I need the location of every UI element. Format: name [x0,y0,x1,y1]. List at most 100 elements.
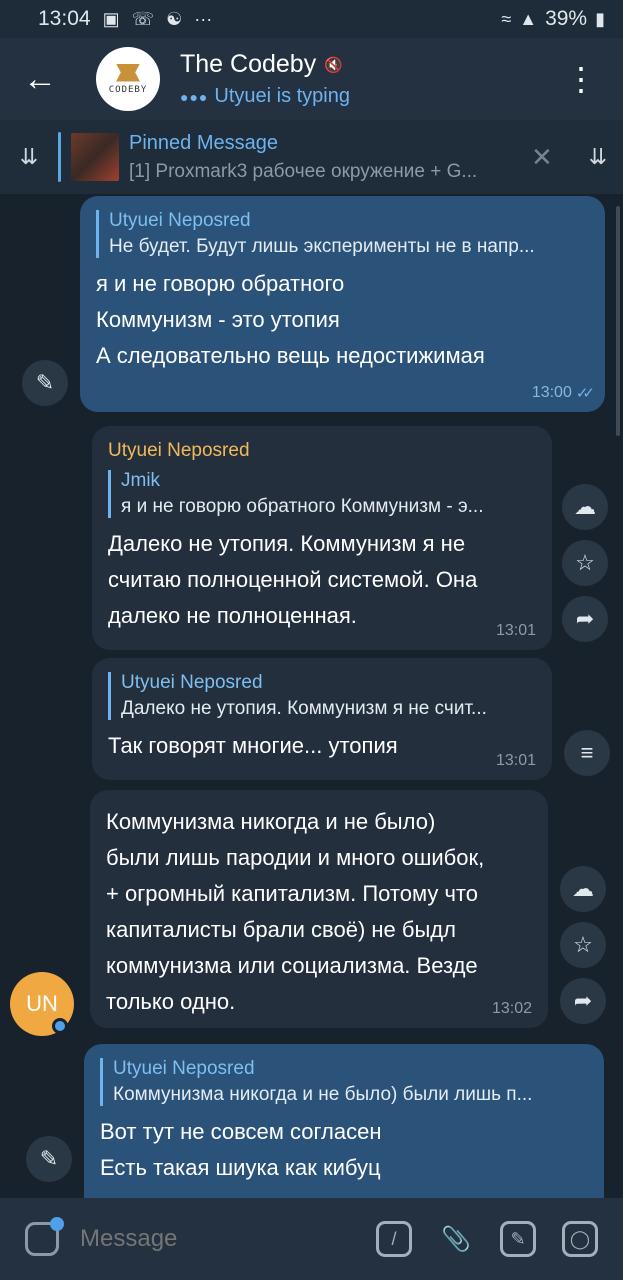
scrollbar[interactable] [616,206,620,436]
favorite-button[interactable]: ☆ [560,922,606,968]
pinned-thumbnail [71,133,119,181]
message-text: были лишь пародии и много ошибок, [106,845,485,870]
sticker-button[interactable] [20,1217,64,1261]
cloud-icon: ☁ [574,494,596,519]
more-menu-button[interactable]: ⋮ [565,63,597,95]
scroll-to-pinned-icon[interactable]: ⇊ [0,144,58,170]
quote-author: Jmik [121,470,161,491]
wifi-icon: ≈ [501,8,512,29]
viber-icon: ☏ [131,8,155,29]
forward-button[interactable]: ➦ [560,978,606,1024]
pinned-message-bar[interactable]: ⇊ Pinned Message [1] Proxmark3 рабочее о… [0,120,623,194]
camera-button[interactable]: ◯ [562,1221,598,1257]
message-time: 13:01 [495,752,536,769]
back-button[interactable]: ← [0,38,80,120]
message-text: коммунизма или социализма. Везде [106,953,478,978]
message-bubble[interactable]: Utyuei Neposred Далеко не утопия. Коммун… [92,658,552,780]
chat-header: ← CODEBY The Codeby 🔇 ●●● Utyuei is typi… [0,38,623,120]
quote-author: Utyuei Neposred [113,1058,255,1079]
cloud-icon: ☁ [572,876,594,901]
status-bar: 13:04 ▣ ☏ ☯ ··· ≈ ▲ 39% ▮ [0,0,623,38]
message-text: Вот тут не совсем согласен [100,1119,382,1144]
menu-icon: ≡ [580,740,594,765]
typing-status: Utyuei is typing [214,85,350,107]
reply-quote[interactable]: Utyuei Neposred Не будет. Будут лишь экс… [96,210,589,258]
reply-quote[interactable]: Jmik я и не говорю обратного Коммунизм -… [108,470,536,518]
more-vert-icon: ⋮ [565,61,597,97]
sticker-pack-icon: ✎ [510,1228,526,1249]
more-notifications: ··· [194,8,213,29]
message-input[interactable] [80,1225,350,1253]
message-time: 13:01 [495,622,536,639]
pencil-icon: ✎ [39,1146,59,1171]
typing-indicator-icon: ●●● [180,88,209,105]
notification-icon: ▣ [102,8,120,29]
share-icon: ➦ [575,606,595,631]
camera-icon: ◯ [569,1228,591,1249]
message-text: я и не говорю обратного [96,271,345,296]
message-text: Коммунизм - это утопия [96,307,340,332]
sender-name[interactable]: Utyuei Neposred [108,440,536,462]
mute-icon: 🔇 [324,56,343,74]
codeby-logo-icon [116,63,140,82]
quote-text: Не будет. Будут лишь эксперименты не в н… [109,236,535,257]
message-bubble[interactable]: Коммунизма никогда и не было) были лишь … [90,790,548,1028]
command-button[interactable]: / [376,1221,412,1257]
message-menu-button[interactable]: ≡ [564,730,610,776]
avatar-initials: UN [26,991,58,1016]
save-to-cloud-button[interactable]: ☁ [560,866,606,912]
message-text: А следовательно вещь недостижимая [96,343,485,368]
arrow-left-icon: ← [23,59,57,98]
edit-message-button[interactable]: ✎ [26,1136,72,1182]
star-icon: ☆ [575,550,595,575]
pinned-text: [1] Proxmark3 рабочее окружение + G... [129,160,478,182]
battery-icon: ▮ [595,8,605,29]
message-text: считаю полноценной системой. Она [108,567,478,592]
message-bubble[interactable]: Utyuei Neposred Jmik я и не говорю обрат… [92,426,552,650]
avatar-logo-text: CODEBY [108,84,148,95]
message-list[interactable]: ✎ Utyuei Neposred Не будет. Будут лишь э… [0,194,623,1198]
reply-quote[interactable]: Utyuei Neposred Далеко не утопия. Коммун… [108,672,536,720]
pinned-list-icon[interactable]: ⇊ [589,144,607,170]
quote-text: Коммунизма никогда и не было) были лишь … [113,1084,533,1105]
star-icon: ☆ [573,932,593,957]
new-stickers-dot [50,1217,64,1231]
message-text: капиталисты брали своё) не быдл [106,917,456,942]
channel-info[interactable]: The Codeby 🔇 ●●● Utyuei is typing [180,50,350,108]
share-icon: ➦ [573,988,593,1013]
edit-message-button[interactable]: ✎ [22,360,68,406]
forward-button[interactable]: ➦ [562,596,608,642]
quote-text: я и не говорю обратного Коммунизм - э... [121,496,484,517]
save-to-cloud-button[interactable]: ☁ [562,484,608,530]
message-time: 13:02 [491,1000,532,1017]
app-icon: ☯ [166,8,183,29]
message-bubble[interactable]: Utyuei Neposred Не будет. Будут лишь экс… [80,196,605,412]
reply-quote[interactable]: Utyuei Neposred Коммунизма никогда и не … [100,1058,588,1106]
battery-percent: 39% [545,7,588,30]
attach-button[interactable]: 📎 [438,1221,474,1257]
message-text: только одно. [106,989,236,1014]
online-status-icon [52,1018,68,1034]
sticker-pack-button[interactable]: ✎ [500,1221,536,1257]
channel-title: The Codeby [180,50,317,78]
command-icon: / [391,1228,397,1249]
pinned-title: Pinned Message [129,131,278,154]
message-text: далеко не полноценная. [108,603,357,628]
close-icon: ✕ [531,141,553,172]
pencil-icon: ✎ [35,370,55,395]
favorite-button[interactable]: ☆ [562,540,608,586]
read-checks-icon: ✓✓ [575,385,595,402]
channel-avatar[interactable]: CODEBY [96,47,160,111]
message-time: 13:00 [531,384,572,401]
quote-author: Utyuei Neposred [109,210,251,231]
quote-text: Далеко не утопия. Коммунизм я не счит... [121,698,487,719]
message-bubble[interactable]: Utyuei Neposred Коммунизма никогда и не … [84,1044,604,1198]
pinned-accent-bar [58,132,61,182]
close-pinned-button[interactable]: ✕ [531,142,553,173]
quote-author: Utyuei Neposred [121,672,263,693]
status-time: 13:04 [38,7,91,30]
message-text: Так говорят многие... утопия [108,733,398,758]
message-input-bar: / 📎 ✎ ◯ [0,1198,623,1280]
attach-icon: 📎 [441,1225,471,1253]
signal-icon: ▲ [519,8,538,29]
